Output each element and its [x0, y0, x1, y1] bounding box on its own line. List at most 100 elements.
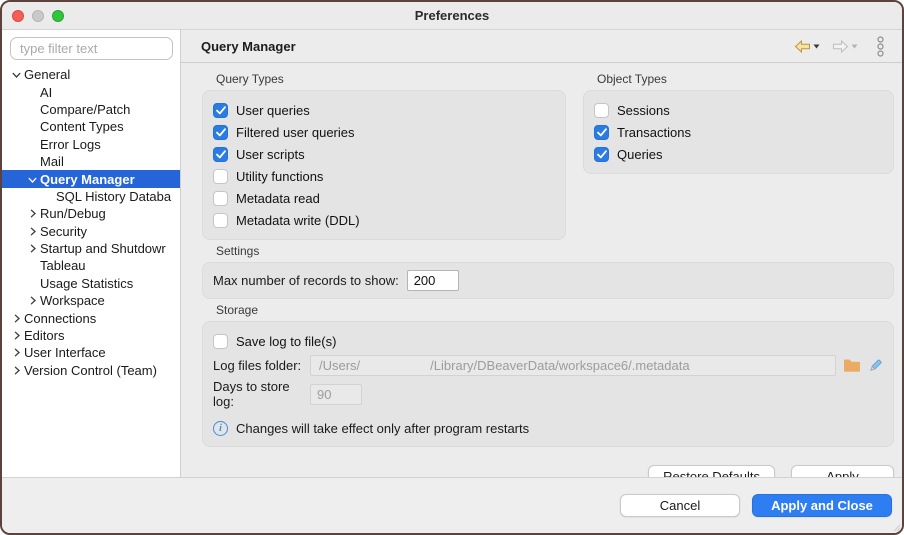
tree-item-sql-history-databa[interactable]: SQL History Databa — [2, 188, 180, 205]
tree-item-connections[interactable]: Connections — [2, 309, 180, 326]
checkbox-checked[interactable] — [213, 147, 228, 162]
query-types-option-user-scripts[interactable]: User scripts — [213, 143, 555, 165]
query-types-option-metadata-write-ddl-[interactable]: Metadata write (DDL) — [213, 209, 555, 231]
cancel-button[interactable]: Cancel — [620, 494, 740, 517]
checkbox-label: Queries — [617, 147, 663, 162]
chevron-right-icon[interactable] — [25, 227, 40, 236]
content-panel: Query Manager — [181, 30, 902, 477]
main-row: GeneralAICompare/PatchContent TypesError… — [2, 30, 902, 477]
tree-item-editors[interactable]: Editors — [2, 327, 180, 344]
page-title: Query Manager — [201, 39, 296, 54]
tree-item-startup-and-shutdowr[interactable]: Startup and Shutdowr — [2, 240, 180, 257]
chevron-right-icon[interactable] — [25, 209, 40, 218]
tree-item-run-debug[interactable]: Run/Debug — [2, 205, 180, 222]
checkbox-label: User queries — [236, 103, 310, 118]
forward-arrow-icon — [832, 40, 849, 53]
storage-group: Storage Save log to file(s) Log files fo… — [202, 299, 894, 447]
object-types-option-transactions[interactable]: Transactions — [594, 121, 883, 143]
history-nav — [791, 34, 888, 59]
tree-item-ai[interactable]: AI — [2, 83, 180, 100]
tree-item-compare-patch[interactable]: Compare/Patch — [2, 101, 180, 118]
edit-path-button[interactable] — [867, 358, 883, 374]
tree-item-label: User Interface — [24, 345, 106, 360]
log-folder-path-prefix: /Users/ — [319, 358, 360, 373]
tree-item-label: SQL History Databa — [56, 189, 171, 204]
tree-item-version-control-team-[interactable]: Version Control (Team) — [2, 362, 180, 379]
query-types-option-filtered-user-queries[interactable]: Filtered user queries — [213, 121, 555, 143]
resize-grip-icon[interactable] — [891, 522, 901, 532]
chevron-right-icon[interactable] — [9, 366, 24, 375]
tree-item-user-interface[interactable]: User Interface — [2, 344, 180, 361]
log-folder-label: Log files folder: — [213, 358, 310, 373]
page-header: Query Manager — [181, 30, 902, 63]
zoom-window-button[interactable] — [52, 10, 64, 22]
max-records-label: Max number of records to show: — [213, 273, 399, 288]
info-icon: i — [213, 421, 228, 436]
checkbox-label: User scripts — [236, 147, 305, 162]
object-types-group: Object Types SessionsTransactionsQueries — [583, 68, 894, 174]
chevron-down-icon[interactable] — [28, 172, 37, 187]
chevron-down-icon[interactable] — [12, 67, 21, 82]
query-types-option-metadata-read[interactable]: Metadata read — [213, 187, 555, 209]
checkbox-unchecked[interactable] — [213, 213, 228, 228]
tree-item-tableau[interactable]: Tableau — [2, 257, 180, 274]
chevron-right-icon[interactable] — [25, 244, 40, 253]
tree-item-content-types[interactable]: Content Types — [2, 118, 180, 135]
checkbox-unchecked[interactable] — [594, 103, 609, 118]
checkbox-unchecked[interactable] — [213, 334, 228, 349]
query-types-option-utility-functions[interactable]: Utility functions — [213, 165, 555, 187]
chevron-right-icon[interactable] — [9, 348, 24, 357]
filter-input[interactable] — [10, 37, 173, 60]
preferences-tree: GeneralAICompare/PatchContent TypesError… — [2, 66, 180, 379]
tree-item-label: Version Control (Team) — [24, 363, 157, 378]
tree-item-general[interactable]: General — [2, 66, 180, 83]
tree-item-query-manager[interactable]: Query Manager — [2, 170, 180, 187]
forward-dropdown-caret-icon — [851, 44, 858, 49]
forward-button[interactable] — [829, 38, 861, 55]
checkbox-unchecked[interactable] — [213, 169, 228, 184]
log-folder-row: Log files folder: /Users/ /Library/DBeav… — [213, 355, 883, 376]
chevron-right-icon[interactable] — [9, 314, 24, 323]
log-folder-actions — [843, 358, 883, 374]
tree-item-security[interactable]: Security — [2, 223, 180, 240]
sidebar: GeneralAICompare/PatchContent TypesError… — [2, 30, 181, 477]
storage-label: Storage — [216, 304, 894, 317]
checkbox-checked[interactable] — [213, 125, 228, 140]
tree-item-label: Usage Statistics — [40, 276, 133, 291]
query-types-box: User queries Filtered user queries User sc… — [202, 90, 566, 240]
checkbox-unchecked[interactable] — [213, 191, 228, 206]
object-types-option-queries[interactable]: Queries — [594, 143, 883, 165]
chevron-right-icon[interactable] — [25, 296, 40, 305]
query-types-group: Query Types User queriesFiltered user qu… — [202, 68, 566, 240]
view-menu-button[interactable] — [873, 34, 888, 59]
object-types-box: Sessions Transactions Queries — [583, 90, 894, 174]
browse-folder-button[interactable] — [843, 358, 861, 373]
apply-and-close-button[interactable]: Apply and Close — [752, 494, 892, 517]
tree-item-error-logs[interactable]: Error Logs — [2, 136, 180, 153]
back-button[interactable] — [791, 38, 823, 55]
max-records-input[interactable] — [407, 270, 459, 291]
close-window-button[interactable] — [12, 10, 24, 22]
window-title: Preferences — [415, 8, 489, 23]
minimize-window-button — [32, 10, 44, 22]
settings-label: Settings — [216, 245, 894, 258]
tree-item-label: Connections — [24, 311, 96, 326]
tree-item-mail[interactable]: Mail — [2, 153, 180, 170]
log-folder-field: /Users/ /Library/DBeaverData/workspace6/… — [310, 355, 836, 376]
tree-item-usage-statistics[interactable]: Usage Statistics — [2, 275, 180, 292]
settings-group: Settings Max number of records to show: — [202, 240, 894, 299]
checkbox-label: Sessions — [617, 103, 670, 118]
save-log-option[interactable]: Save log to file(s) — [213, 330, 883, 352]
restart-info-row: i Changes will take effect only after pr… — [213, 418, 883, 438]
checkbox-checked[interactable] — [594, 125, 609, 140]
tree-item-label: Startup and Shutdowr — [40, 241, 166, 256]
query-types-option-user-queries[interactable]: User queries — [213, 99, 555, 121]
tree-item-label: Editors — [24, 328, 64, 343]
tree-item-label: Security — [40, 224, 87, 239]
object-types-option-sessions[interactable]: Sessions — [594, 99, 883, 121]
chevron-right-icon[interactable] — [9, 331, 24, 340]
tree-item-workspace[interactable]: Workspace — [2, 292, 180, 309]
checkbox-checked[interactable] — [594, 147, 609, 162]
checkbox-checked[interactable] — [213, 103, 228, 118]
traffic-lights — [12, 2, 64, 29]
